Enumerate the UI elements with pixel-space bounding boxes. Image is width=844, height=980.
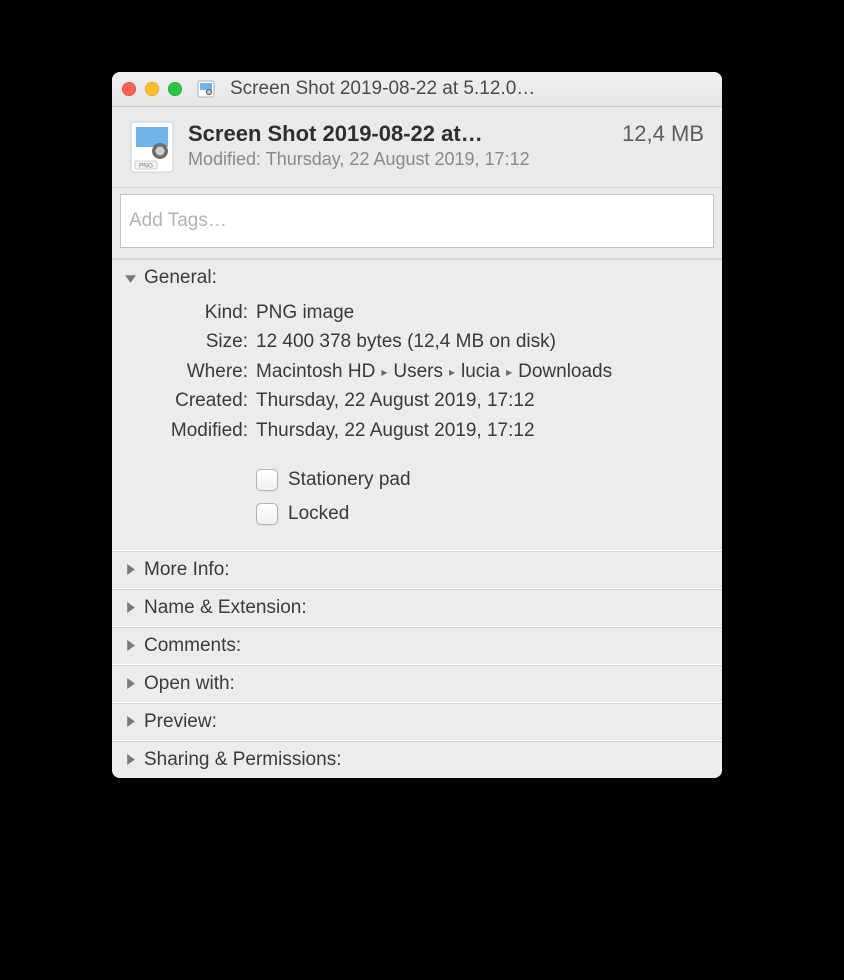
section-more-info-header[interactable]: More Info: (112, 552, 722, 588)
section-open-with: Open with: (112, 665, 722, 703)
locked-label: Locked (288, 497, 349, 531)
where-segment: Macintosh HD (256, 361, 375, 382)
section-preview: Preview: (112, 703, 722, 741)
where-segment: Users (393, 361, 443, 382)
section-more-info-title: More Info: (144, 559, 230, 581)
section-open-with-title: Open with: (144, 673, 235, 695)
locked-checkbox[interactable] (256, 503, 278, 525)
disclosure-right-icon (124, 602, 136, 614)
file-icon-badge: PNG (139, 163, 153, 170)
section-more-info: More Info: (112, 551, 722, 589)
disclosure-right-icon (124, 678, 136, 690)
section-preview-title: Preview: (144, 711, 217, 733)
modified-value-2: Thursday, 22 August 2019, 17:12 (256, 416, 706, 445)
section-preview-header[interactable]: Preview: (112, 704, 722, 740)
section-comments-header[interactable]: Comments: (112, 628, 722, 664)
stationery-checkbox[interactable] (256, 469, 278, 491)
info-window: Screen Shot 2019-08-22 at 5.12.0… PNG Sc… (112, 72, 722, 778)
tags-input[interactable] (120, 194, 714, 248)
where-segment: Downloads (518, 361, 612, 382)
where-label: Where: (128, 357, 256, 386)
kind-label: Kind: (128, 298, 256, 327)
section-sharing-header[interactable]: Sharing & Permissions: (112, 742, 722, 778)
disclosure-right-icon (124, 716, 136, 728)
section-name-ext-title: Name & Extension: (144, 597, 307, 619)
modified-label-2: Modified: (128, 416, 256, 445)
path-separator-icon: ▸ (381, 363, 387, 382)
section-general-header[interactable]: General: (112, 260, 722, 296)
disclosure-right-icon (124, 564, 136, 576)
section-open-with-header[interactable]: Open with: (112, 666, 722, 702)
zoom-button[interactable] (168, 82, 182, 96)
disclosure-right-icon (124, 754, 136, 766)
titlebar[interactable]: Screen Shot 2019-08-22 at 5.12.0… (112, 72, 722, 107)
stationery-label: Stationery pad (288, 463, 411, 497)
section-comments-title: Comments: (144, 635, 241, 657)
minimize-button[interactable] (145, 82, 159, 96)
created-value: Thursday, 22 August 2019, 17:12 (256, 386, 706, 415)
kind-value: PNG image (256, 298, 706, 327)
file-name: Screen Shot 2019-08-22 at… (188, 121, 606, 147)
section-name-ext: Name & Extension: (112, 589, 722, 627)
file-icon-small (197, 80, 215, 98)
path-separator-icon: ▸ (506, 363, 512, 382)
size-value: 12 400 378 bytes (12,4 MB on disk) (256, 327, 706, 356)
section-general: General: Kind: PNG image Size: 12 400 37… (112, 260, 722, 551)
tags-area (112, 188, 722, 259)
where-segment: lucia (461, 361, 500, 382)
summary-header: PNG Screen Shot 2019-08-22 at… 12,4 MB M… (112, 107, 722, 188)
modified-label: Modified: (188, 149, 261, 169)
size-label: Size: (128, 327, 256, 356)
file-size: 12,4 MB (622, 121, 704, 147)
close-button[interactable] (122, 82, 136, 96)
section-name-ext-header[interactable]: Name & Extension: (112, 590, 722, 626)
modified-value: Thursday, 22 August 2019, 17:12 (266, 149, 530, 169)
file-icon: PNG (130, 121, 174, 173)
section-sharing: Sharing & Permissions: (112, 741, 722, 778)
section-general-title: General: (144, 267, 217, 289)
created-label: Created: (128, 386, 256, 415)
section-comments: Comments: (112, 627, 722, 665)
disclosure-right-icon (124, 640, 136, 652)
where-value: Macintosh HD ▸ Users ▸ lucia ▸ Downloads (256, 357, 706, 386)
section-sharing-title: Sharing & Permissions: (144, 749, 341, 771)
disclosure-down-icon (124, 272, 136, 284)
window-title: Screen Shot 2019-08-22 at 5.12.0… (230, 78, 712, 100)
modified-line: Modified: Thursday, 22 August 2019, 17:1… (188, 149, 704, 170)
path-separator-icon: ▸ (449, 363, 455, 382)
